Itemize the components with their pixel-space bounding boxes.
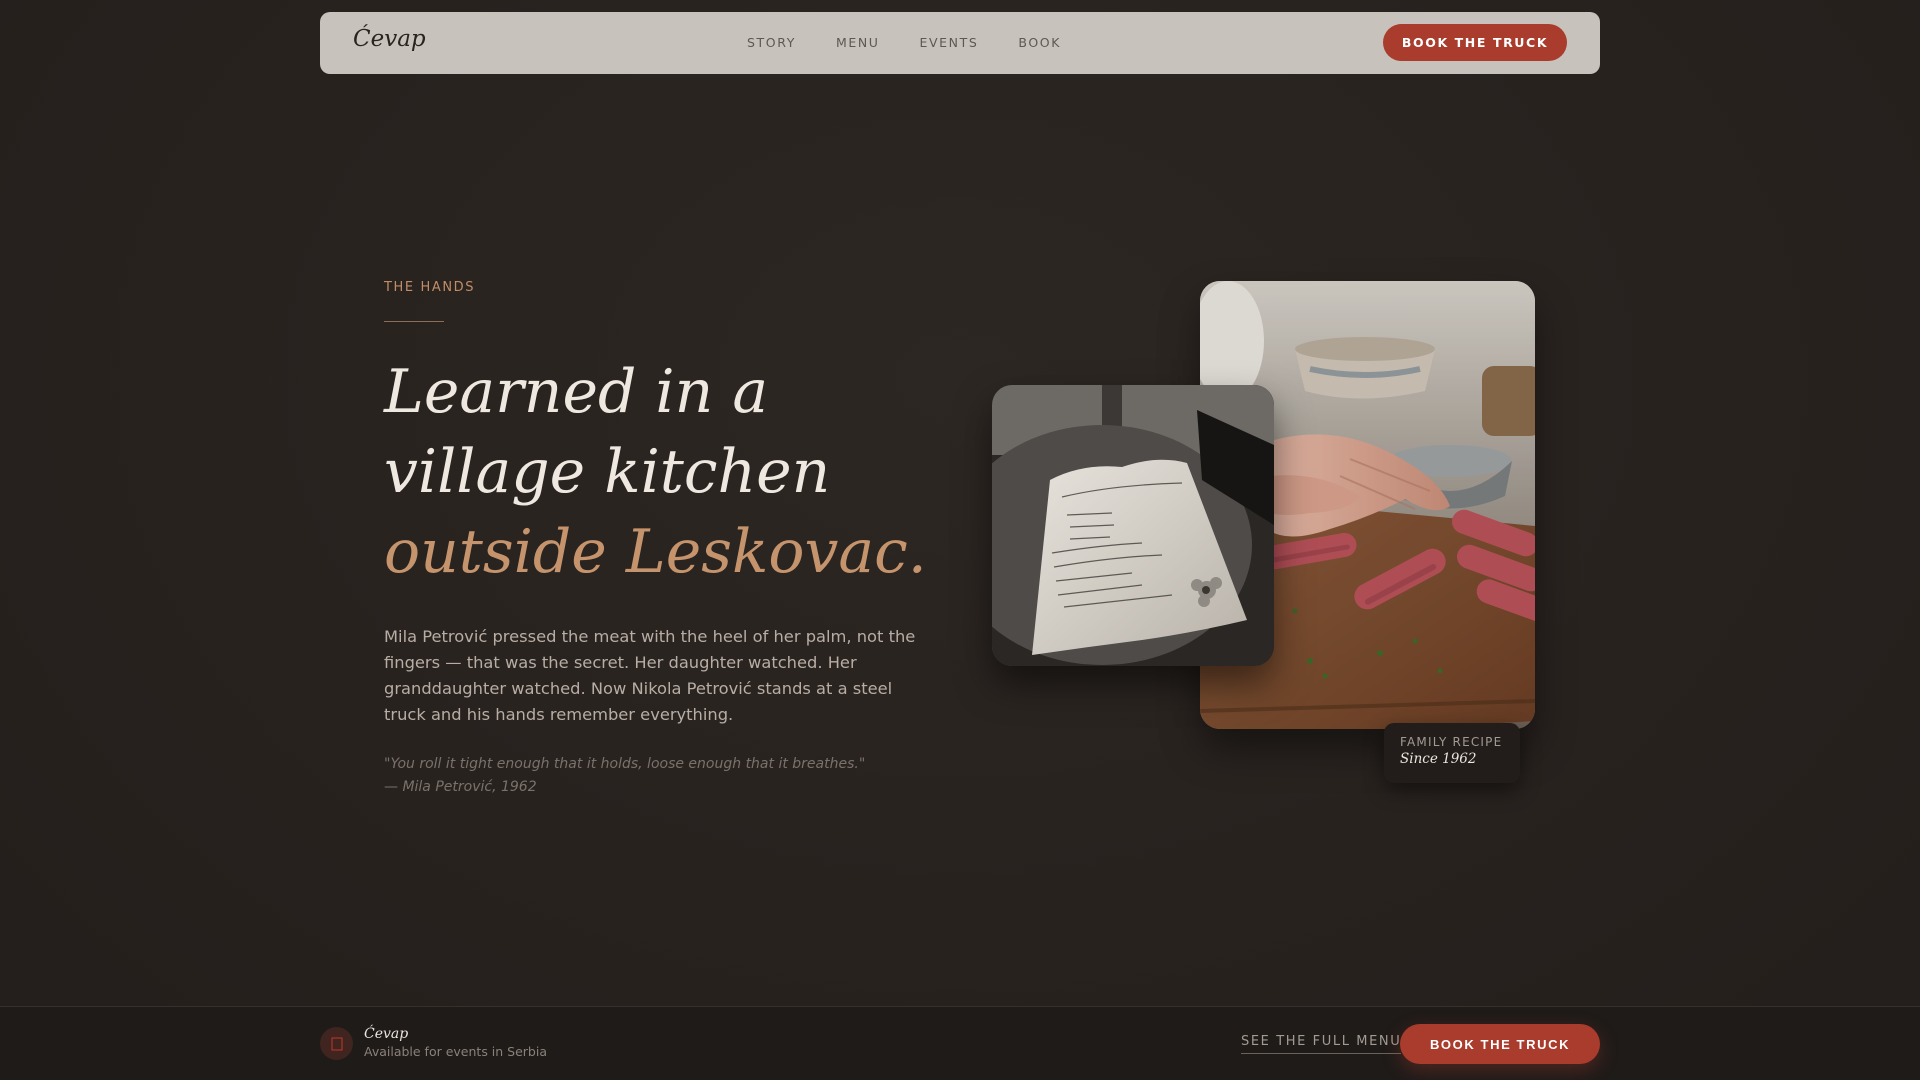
- family-recipe-badge: FAMILY RECIPE Since 1962: [1384, 723, 1520, 783]
- eyebrow-divider: [384, 321, 444, 322]
- headline-line-3: outside Leskovac.: [384, 517, 927, 587]
- footer-book-the-truck-button[interactable]: BOOK THE TRUCK: [1400, 1024, 1600, 1064]
- headline-line-2: village kitchen: [384, 437, 831, 507]
- brand-logo[interactable]: Ćevap: [353, 26, 426, 52]
- footer-availability: Available for events in Serbia: [364, 1044, 548, 1059]
- nav-links: STORY MENU EVENTS BOOK: [747, 35, 1101, 50]
- section-eyebrow: THE HANDS: [384, 280, 476, 295]
- flame-icon-glyph: [331, 1037, 342, 1050]
- nav-link-story[interactable]: STORY: [747, 35, 796, 50]
- top-nav: Ćevap STORY MENU EVENTS BOOK BOOK THE TR…: [320, 12, 1600, 74]
- nav-link-book[interactable]: BOOK: [1018, 35, 1061, 50]
- nav-link-menu[interactable]: MENU: [836, 35, 880, 50]
- headline-line-1: Learned in a: [384, 357, 769, 427]
- handwritten-recipe-photo: [992, 385, 1274, 666]
- hero-body-text: Mila Petrović pressed the meat with the …: [384, 627, 916, 724]
- recipe-card-illustration: [992, 385, 1274, 666]
- see-full-menu-link[interactable]: SEE THE FULL MENU: [1241, 1034, 1402, 1054]
- sticky-booking-bar: Ćevap Available for events in Serbia SEE…: [0, 1006, 1920, 1080]
- footer-brand: Ćevap: [364, 1026, 409, 1042]
- badge-value: Since 1962: [1400, 751, 1477, 767]
- quote-text: "You roll it tight enough that it holds,…: [384, 756, 866, 772]
- badge-label: FAMILY RECIPE: [1400, 735, 1503, 749]
- quote-attribution: — Mila Petrović, 1962: [384, 779, 537, 795]
- flame-icon: [320, 1027, 353, 1060]
- book-the-truck-button[interactable]: BOOK THE TRUCK: [1383, 24, 1567, 61]
- hero-headline: Learned in a village kitchen outside Les…: [384, 352, 1024, 592]
- hero-quote: "You roll it tight enough that it holds,…: [384, 753, 944, 799]
- nav-link-events[interactable]: EVENTS: [920, 35, 979, 50]
